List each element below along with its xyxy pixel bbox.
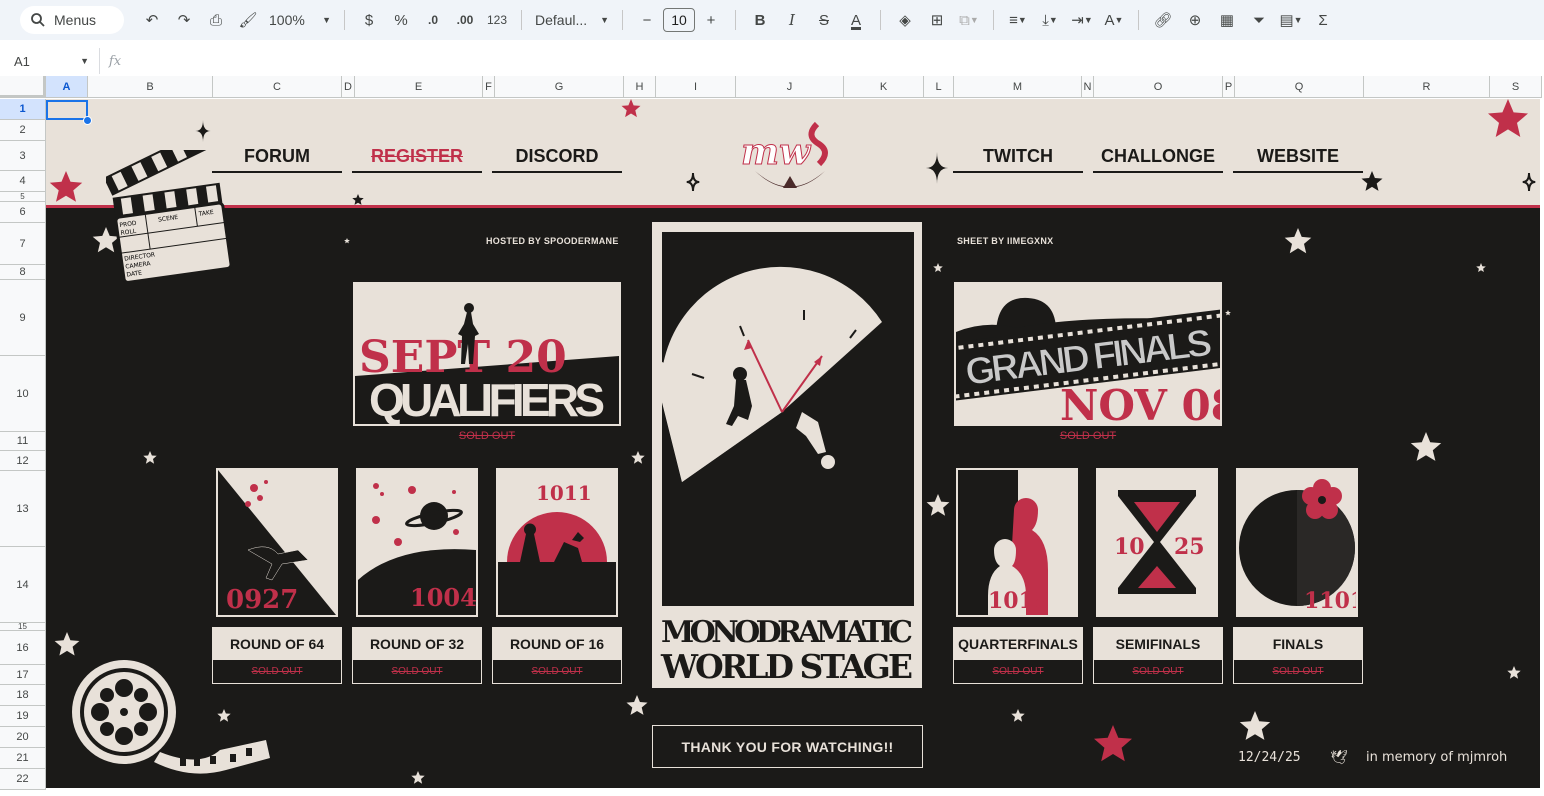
finals-label: FINALS bbox=[1234, 628, 1362, 660]
star-icon bbox=[1488, 99, 1528, 137]
star-icon bbox=[1011, 709, 1025, 722]
qualifiers-status: SOLD OUT bbox=[458, 430, 516, 442]
round-64-label: ROUND OF 64 bbox=[213, 628, 341, 660]
star-icon bbox=[1507, 666, 1521, 679]
semifinals-date-a: 10 bbox=[1114, 534, 1145, 560]
round-64-date: 0927 bbox=[226, 585, 298, 615]
grand-finals-status: SOLD OUT bbox=[1059, 430, 1117, 442]
semifinals-status: SOLD OUT bbox=[1132, 666, 1184, 677]
round-32-date: 1004 bbox=[410, 583, 476, 612]
star-icon bbox=[411, 771, 425, 784]
sparkle-icon bbox=[925, 152, 949, 184]
round-16-box[interactable]: ROUND OF 16 SOLD OUT bbox=[492, 627, 622, 684]
star-icon bbox=[621, 99, 641, 118]
qualifiers-title: QUALIFIERS bbox=[369, 374, 605, 424]
clapperboard-icon: PROD ROLL SCENE TAKE DIRECTOR CAMERA DAT… bbox=[106, 150, 234, 286]
round-16-poster[interactable]: 1011 bbox=[496, 468, 618, 617]
finals-box[interactable]: FINALS SOLD OUT bbox=[1233, 627, 1363, 684]
qualifiers-poster[interactable]: SEPT 20 QUALIFIERS bbox=[353, 282, 621, 426]
thank-you-box: THANK YOU FOR WATCHING!! bbox=[652, 725, 923, 768]
round-16-label: ROUND OF 16 bbox=[493, 628, 621, 660]
star-icon bbox=[933, 263, 943, 272]
star-icon bbox=[1225, 310, 1231, 316]
hosted-by-credit: HOSTED BY SPOODERMANE bbox=[486, 236, 619, 246]
round-32-label: ROUND OF 32 bbox=[353, 628, 481, 660]
main-poster-line2: WORLD STAGE bbox=[660, 647, 913, 686]
star-icon bbox=[926, 494, 950, 516]
finals-status: SOLD OUT bbox=[1272, 666, 1324, 677]
star-icon bbox=[1476, 263, 1486, 272]
sparkle-icon bbox=[686, 172, 700, 192]
round-16-status: SOLD OUT bbox=[531, 666, 583, 677]
semifinals-box[interactable]: SEMIFINALS SOLD OUT bbox=[1093, 627, 1223, 684]
quarterfinals-label: QUARTERFINALS bbox=[954, 628, 1082, 660]
star-icon bbox=[1094, 725, 1132, 762]
star-icon bbox=[631, 451, 645, 464]
grand-finals-date: NOV 08 bbox=[1060, 381, 1220, 424]
semifinals-label: SEMIFINALS bbox=[1094, 628, 1222, 660]
sparkle-icon bbox=[1522, 172, 1536, 192]
star-icon bbox=[54, 632, 80, 656]
grand-finals-poster[interactable]: GRAND FINALS NOV 08 bbox=[954, 282, 1222, 426]
footer-memory: in memory of mjmroh bbox=[1366, 750, 1508, 765]
finals-date: 1101 bbox=[1304, 588, 1356, 614]
star-icon bbox=[1284, 228, 1312, 254]
round-32-box[interactable]: ROUND OF 32 SOLD OUT bbox=[352, 627, 482, 684]
quarterfinals-box[interactable]: QUARTERFINALS SOLD OUT bbox=[953, 627, 1083, 684]
star-icon bbox=[1361, 171, 1383, 191]
round-64-poster[interactable]: 0927 bbox=[216, 468, 338, 617]
quarterfinals-poster[interactable]: 1018 bbox=[956, 468, 1078, 617]
finals-poster[interactable]: 1101 bbox=[1236, 468, 1358, 617]
film-reel-icon bbox=[70, 658, 270, 774]
semifinals-poster[interactable]: 10 25 bbox=[1096, 468, 1218, 617]
main-poster-line1: MONODRAMATIC bbox=[661, 615, 913, 650]
star-icon bbox=[344, 238, 350, 244]
round-16-date: 1011 bbox=[536, 481, 592, 505]
round-32-poster[interactable]: 1004 bbox=[356, 468, 478, 617]
main-event-poster[interactable]: MONODRAMATIC WORLD STAGE bbox=[652, 222, 922, 688]
star-icon bbox=[1239, 711, 1271, 740]
star-icon bbox=[352, 194, 364, 205]
quarterfinals-date: 1018 bbox=[988, 588, 1049, 614]
dove-icon: 🕊︎ bbox=[1330, 749, 1348, 765]
footer-date: 12/24/25 bbox=[1238, 750, 1301, 765]
spreadsheet-app: Menus ↶ ↷ ⎙ 🖌︎ 100% ▼ $ % .0 .00 123 Defa… bbox=[0, 0, 1544, 796]
sheet-by-credit: SHEET BY IIMEGXNX bbox=[957, 236, 1054, 246]
star-icon bbox=[1410, 432, 1442, 461]
star-icon bbox=[49, 171, 83, 202]
round-32-status: SOLD OUT bbox=[391, 666, 443, 677]
semifinals-date-b: 25 bbox=[1174, 534, 1205, 560]
quarterfinals-status: SOLD OUT bbox=[992, 666, 1044, 677]
star-icon bbox=[143, 451, 157, 464]
sparkle-icon bbox=[195, 120, 211, 142]
star-icon bbox=[626, 695, 648, 715]
